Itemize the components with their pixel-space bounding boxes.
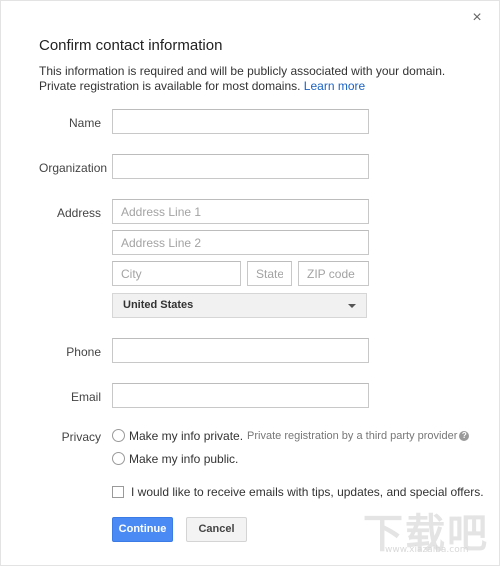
watermark-url: www.xiazaiba.com <box>385 545 469 555</box>
address-line1-input[interactable] <box>112 199 369 224</box>
cancel-button[interactable]: Cancel <box>186 517 247 542</box>
email-opt-in-label: I would like to receive emails with tips… <box>131 484 484 499</box>
description-text: This information is required and will be… <box>39 64 446 93</box>
learn-more-link[interactable]: Learn more <box>304 79 365 93</box>
phone-input[interactable] <box>112 338 369 363</box>
contact-info-dialog: × Confirm contact information This infor… <box>0 0 500 566</box>
email-input[interactable] <box>112 383 369 408</box>
name-input[interactable] <box>112 109 369 134</box>
dialog-title: Confirm contact information <box>39 37 223 54</box>
close-icon[interactable]: × <box>469 10 485 26</box>
organization-label: Organization <box>39 161 108 175</box>
help-icon[interactable]: ? <box>459 430 470 441</box>
public-option-label: Make my info public. <box>129 451 239 466</box>
email-label: Email <box>70 390 101 404</box>
private-option-label: Make my info private. <box>129 428 244 443</box>
address-label: Address <box>56 206 101 220</box>
name-label: Name <box>68 116 101 130</box>
privacy-private-option[interactable]: Make my info private. Private registratio… <box>112 428 470 443</box>
watermark-logo: 下载吧 www.xiazaiba.com <box>363 501 491 557</box>
privacy-label: Privacy <box>61 430 101 444</box>
city-input[interactable] <box>112 261 241 286</box>
country-selected-value: United States <box>123 299 194 311</box>
private-option-hint: Private registration by a third party pr… <box>247 429 458 442</box>
address-line2-input[interactable] <box>112 230 369 255</box>
country-select[interactable]: United States <box>112 293 367 318</box>
dialog-description: This information is required and will be… <box>39 64 469 94</box>
privacy-public-option[interactable]: Make my info public. <box>112 451 238 466</box>
email-opt-in-row[interactable]: I would like to receive emails with tips… <box>112 484 484 499</box>
phone-label: Phone <box>66 345 101 359</box>
zip-input[interactable] <box>298 261 369 286</box>
chevron-down-icon <box>348 304 356 308</box>
state-input[interactable] <box>247 261 292 286</box>
email-opt-in-checkbox[interactable] <box>112 485 124 498</box>
continue-button[interactable]: Continue <box>112 517 173 542</box>
organization-input[interactable] <box>112 154 369 179</box>
public-radio[interactable] <box>112 452 125 466</box>
private-radio[interactable] <box>112 429 125 443</box>
